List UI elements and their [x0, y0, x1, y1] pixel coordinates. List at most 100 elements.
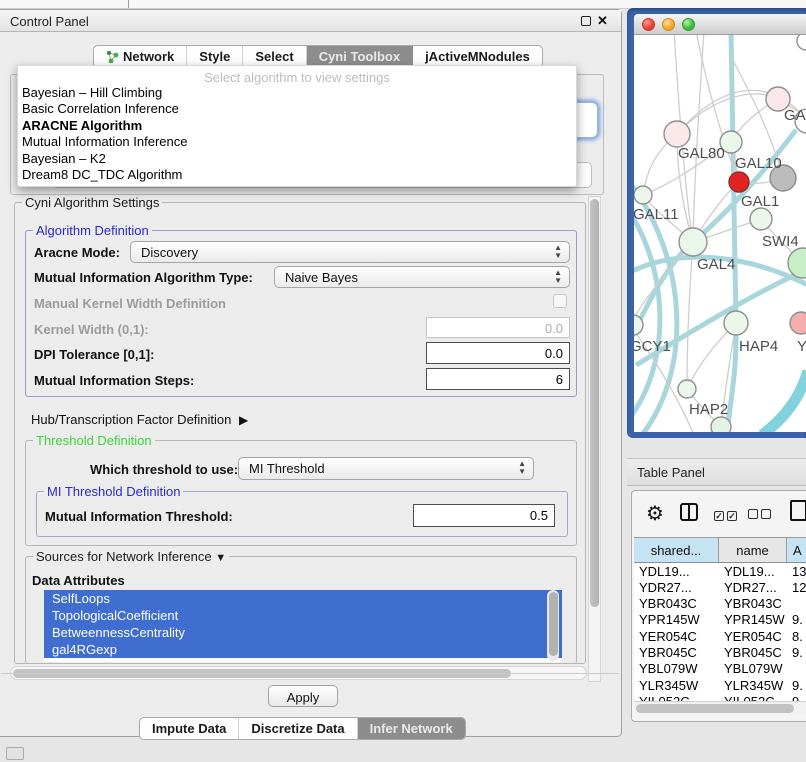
algorithm-option[interactable]: Bayesian – K2 [18, 151, 576, 167]
column-header-clipped[interactable]: A [787, 538, 806, 562]
network-node[interactable] [711, 417, 731, 432]
mi-steps-input[interactable]: 6 [426, 368, 570, 390]
mi-steps-label: Mutual Information Steps: [34, 373, 194, 388]
tab-label: jActiveMNodules [425, 49, 530, 64]
table-body: YDL19...YDL19...13YDR27...YDR27...12YBR0… [634, 563, 806, 710]
table-cell: YLR345W [634, 677, 719, 693]
table-horizontal-scrollbar[interactable] [634, 701, 806, 714]
network-node[interactable] [664, 121, 690, 147]
attribute-list-scrollbar[interactable] [547, 590, 559, 661]
zoom-traffic-light[interactable] [682, 18, 695, 31]
threshold-definition-group: Threshold Definition Which threshold to … [25, 440, 577, 546]
network-window-titlebar [634, 14, 806, 35]
network-node[interactable] [678, 380, 696, 398]
tab-discretize-data[interactable]: Discretize Data [239, 718, 357, 739]
network-node[interactable] [724, 311, 748, 335]
network-view-inner: GAL80GAL10GAL1GAL11SWI4GAL4GCY1HAP4YHAP2… [634, 14, 806, 432]
new-table-icon[interactable] [790, 500, 806, 521]
sources-legend[interactable]: Sources for Network Inference ▼ [33, 549, 229, 564]
algorithm-option[interactable]: Bayesian – Hill Climbing [18, 85, 576, 101]
network-node[interactable] [797, 35, 806, 50]
tab-infer-network[interactable]: Infer Network [358, 718, 465, 739]
tab-label: Network [123, 49, 174, 64]
data-attributes-list[interactable]: SelfLoopsTopologicalCoefficientBetweenne… [44, 590, 562, 662]
float-panel-icon[interactable] [581, 16, 591, 26]
mi-threshold-input[interactable]: 0.5 [413, 504, 555, 527]
table-cell: YBR043C [719, 596, 787, 612]
node-label: Y [797, 338, 806, 355]
close-traffic-light[interactable] [642, 18, 655, 31]
network-icon [106, 50, 119, 63]
table-panel-titlebar: Table Panel [627, 458, 806, 486]
algorithm-list: Bayesian – Hill ClimbingBasic Correlatio… [18, 85, 576, 183]
tab-cyni-toolbox[interactable]: Cyni Toolbox [307, 46, 413, 67]
tab-network[interactable]: Network [94, 46, 187, 67]
tab-label: Select [255, 49, 293, 64]
network-node[interactable] [729, 172, 749, 192]
aracne-mode-combobox[interactable]: Discovery ▲▼ [130, 241, 570, 263]
table-row[interactable]: YDR27...YDR27...12 [634, 579, 806, 595]
attribute-list-item[interactable]: TopologicalCoefficient [44, 607, 562, 624]
network-node[interactable] [788, 248, 806, 278]
which-threshold-combobox[interactable]: MI Threshold ▲▼ [238, 457, 534, 480]
panel-separator [1, 673, 619, 674]
table-cell: YLR345W [719, 677, 787, 693]
column-header-name[interactable]: name [719, 538, 787, 562]
settings-vertical-scrollbar[interactable] [588, 196, 601, 682]
kernel-width-input[interactable]: 0.0 [426, 317, 570, 338]
column-layout-icon[interactable] [680, 503, 698, 521]
minimize-traffic-light[interactable] [662, 18, 675, 31]
algorithm-option[interactable]: ARACNE Algorithm [18, 118, 576, 134]
table-cell: YDL19... [634, 563, 719, 579]
attribute-list-item[interactable]: BetweennessCentrality [44, 624, 562, 641]
tab-select[interactable]: Select [243, 46, 306, 67]
attribute-list-item[interactable]: gal4RGexp [44, 641, 562, 658]
table-row[interactable]: YBR045CYBR045C9. [634, 644, 806, 660]
table-row[interactable]: YDL19...YDL19...13 [634, 563, 806, 579]
algorithm-option[interactable]: Basic Correlation Inference [18, 101, 576, 117]
table-row[interactable]: YBL079WYBL079W [634, 661, 806, 677]
table-row[interactable]: YPR145WYPR145W9. [634, 612, 806, 628]
collapsed-panel-button[interactable] [6, 747, 24, 760]
tab-label: Discretize Data [251, 721, 344, 736]
dpi-tolerance-label: DPI Tolerance [0,1]: [34, 347, 154, 362]
collapse-down-icon: ▼ [215, 552, 226, 564]
table-row[interactable]: YBR043CYBR043C [634, 596, 806, 612]
deselect-all-checkboxes-icon[interactable] [748, 506, 774, 524]
attribute-scrollbar-thumb[interactable] [549, 592, 558, 656]
dpi-tolerance-input[interactable]: 0.0 [426, 342, 570, 364]
algorithm-option[interactable]: Mutual Information Inference [18, 134, 576, 150]
network-view-window[interactable]: GAL80GAL10GAL1GAL11SWI4GAL4GCY1HAP4YHAP2… [627, 8, 806, 438]
stepper-arrows-icon: ▲▼ [554, 244, 562, 260]
close-icon[interactable]: ✕ [597, 13, 608, 29]
table-cell: YBR045C [634, 644, 719, 660]
tab-impute-data[interactable]: Impute Data [140, 718, 239, 739]
table-cell: 8. [787, 628, 806, 644]
stepper-arrows-icon: ▲▼ [554, 269, 562, 285]
settings-scrollbar-thumb[interactable] [590, 199, 599, 607]
attribute-list-item[interactable]: SelfLoops [44, 590, 562, 607]
network-node[interactable] [790, 312, 806, 334]
network-canvas[interactable]: GAL80GAL10GAL1GAL11SWI4GAL4GCY1HAP4YHAP2… [634, 35, 806, 432]
algorithm-option[interactable]: Dream8 DC_TDC Algorithm [18, 167, 576, 183]
manual-kernel-checkbox[interactable] [553, 294, 567, 308]
aracne-mode-value: Discovery [141, 245, 198, 260]
apply-button[interactable]: Apply [268, 685, 338, 707]
column-header-shared-name[interactable]: shared... [634, 538, 719, 562]
table-cell: YBL079W [634, 661, 719, 677]
table-row[interactable]: YER054CYER054C8. [634, 628, 806, 644]
network-node[interactable] [634, 186, 652, 204]
select-all-checkboxes-icon[interactable]: ✓✓ [714, 506, 740, 524]
table-row[interactable]: YLR345WYLR345W9. [634, 677, 806, 693]
tab-jactivemnodules[interactable]: jActiveMNodules [413, 46, 542, 67]
network-node[interactable] [750, 208, 772, 230]
table-hscrollbar-thumb[interactable] [636, 704, 794, 713]
hub-tf-definition-row[interactable]: Hub/Transcription Factor Definition ▶ [31, 412, 244, 427]
network-node[interactable] [679, 228, 707, 256]
table-toolbar: ⚙ ✓✓ [632, 491, 806, 535]
tab-style[interactable]: Style [187, 46, 243, 67]
mi-algorithm-type-combobox[interactable]: Naive Bayes ▲▼ [274, 266, 570, 288]
gear-icon[interactable]: ⚙ [646, 501, 664, 525]
manual-kernel-label: Manual Kernel Width Definition [34, 296, 226, 311]
tab-label: Cyni Toolbox [319, 49, 400, 64]
